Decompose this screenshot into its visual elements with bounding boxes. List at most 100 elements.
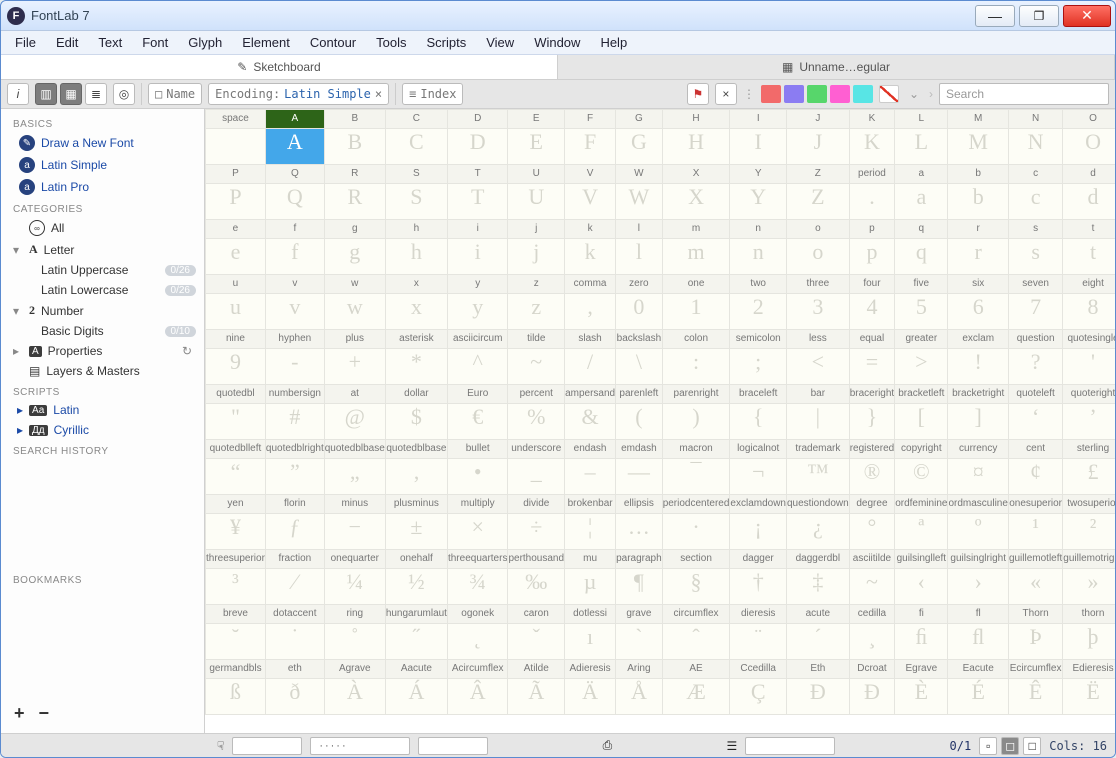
glyph-name[interactable]: slash (565, 330, 616, 349)
glyph-cell[interactable]: € (447, 404, 507, 440)
glyph-name[interactable]: j (508, 220, 565, 239)
glyph-name[interactable]: threequarters (447, 550, 507, 569)
glyph-name[interactable]: v (265, 275, 324, 294)
color-swatch[interactable] (807, 85, 827, 103)
glyph-cell[interactable]: ¹ (1008, 514, 1062, 550)
color-swatch[interactable] (853, 85, 873, 103)
glyph-name[interactable]: quotedblbase (385, 440, 447, 459)
view-list[interactable]: ≣ (85, 83, 107, 105)
status-field-3[interactable] (418, 737, 488, 755)
glyph-cell[interactable]: > (895, 349, 948, 385)
glyph-cell[interactable]: X (662, 184, 730, 220)
glyph-cell[interactable]: m (662, 239, 730, 275)
glyph-cell[interactable]: ð (265, 679, 324, 715)
glyph-cell[interactable]: ( (616, 404, 663, 440)
remove-button[interactable]: − (39, 703, 50, 724)
glyph-cell[interactable]: þ (1063, 624, 1115, 660)
glyph-name[interactable]: grave (616, 605, 663, 624)
align-icon[interactable]: ☰ (726, 739, 737, 753)
glyph-name[interactable]: hyphen (265, 330, 324, 349)
glyph-cell[interactable]: D (447, 129, 507, 165)
glyph-grid[interactable]: spaceABCDEFGHIJKLMNOABCDEFGHIJKLMNOPQRST… (205, 109, 1115, 733)
glyph-name[interactable]: tilde (508, 330, 565, 349)
glyph-cell[interactable]: \ (616, 349, 663, 385)
glyph-name[interactable]: section (662, 550, 730, 569)
glyph-cell[interactable]: 1 (662, 294, 730, 330)
glyph-cell[interactable]: } (849, 404, 894, 440)
glyph-cell[interactable]: % (508, 404, 565, 440)
glyph-cell[interactable]: ~ (849, 569, 894, 605)
menu-file[interactable]: File (5, 31, 46, 54)
glyph-name[interactable]: m (662, 220, 730, 239)
index-selector[interactable]: ≡ Index (402, 83, 463, 105)
expand-icon[interactable]: ▸ (13, 344, 23, 358)
glyph-name[interactable]: endash (565, 440, 616, 459)
sidebar-latin-lowercase[interactable]: Latin Lowercase0/26 (1, 280, 204, 300)
glyph-name[interactable]: period (849, 165, 894, 184)
glyph-cell[interactable]: o (787, 239, 850, 275)
glyph-name[interactable]: s (1008, 220, 1062, 239)
glyph-cell[interactable]: C (385, 129, 447, 165)
glyph-cell[interactable]: ‘ (1008, 404, 1062, 440)
glyph-cell[interactable]: $ (385, 404, 447, 440)
glyph-cell[interactable]: Æ (662, 679, 730, 715)
glyph-cell[interactable]: ˆ (662, 624, 730, 660)
glyph-name[interactable]: h (385, 220, 447, 239)
glyph-name[interactable]: space (206, 110, 266, 129)
glyph-cell[interactable]: ½ (385, 569, 447, 605)
glyph-name[interactable]: D (447, 110, 507, 129)
glyph-cell[interactable]: " (206, 404, 266, 440)
glyph-cell[interactable]: Ê (1008, 679, 1062, 715)
cell-small[interactable]: ▫ (979, 737, 997, 755)
glyph-cell[interactable]: £ (1063, 459, 1115, 495)
glyph-name[interactable]: registered (849, 440, 894, 459)
tab-font[interactable]: ▦ Unname…egular (558, 55, 1115, 79)
glyph-name[interactable]: Eacute (948, 660, 1008, 679)
glyph-cell[interactable]: j (508, 239, 565, 275)
glyph-name[interactable]: divide (508, 495, 565, 514)
glyph-name[interactable]: copyright (895, 440, 948, 459)
glyph-cell[interactable]: Ã (508, 679, 565, 715)
glyph-name[interactable]: Q (265, 165, 324, 184)
glyph-cell[interactable]: Â (447, 679, 507, 715)
glyph-name[interactable]: J (787, 110, 850, 129)
glyph-name[interactable]: w (324, 275, 385, 294)
glyph-cell[interactable]: & (565, 404, 616, 440)
expand-icon[interactable]: ▸ (17, 403, 23, 417)
glyph-name[interactable]: Ecircumflex (1008, 660, 1062, 679)
glyph-cell[interactable]: n (730, 239, 787, 275)
glyph-cell[interactable]: ¢ (1008, 459, 1062, 495)
view-grid-small[interactable]: ▥ (35, 83, 57, 105)
glyph-cell[interactable]: ˛ (447, 624, 507, 660)
glyph-name[interactable]: u (206, 275, 266, 294)
glyph-name[interactable]: N (1008, 110, 1062, 129)
glyph-cell[interactable]: 4 (849, 294, 894, 330)
glyph-cell[interactable]: . (849, 184, 894, 220)
glyph-name[interactable]: asciitilde (849, 550, 894, 569)
glyph-name[interactable]: Z (787, 165, 850, 184)
glyph-name[interactable]: eth (265, 660, 324, 679)
glyph-name[interactable]: five (895, 275, 948, 294)
glyph-name[interactable]: trademark (787, 440, 850, 459)
glyph-cell[interactable]: 2 (730, 294, 787, 330)
glyph-cell[interactable]: ‡ (787, 569, 850, 605)
glyph-name[interactable]: braceright (849, 385, 894, 404)
glyph-name[interactable]: colon (662, 330, 730, 349)
glyph-name[interactable]: currency (948, 440, 1008, 459)
glyph-name[interactable]: asciicircum (447, 330, 507, 349)
glyph-cell[interactable]: _ (508, 459, 565, 495)
glyph-cell[interactable]: e (206, 239, 266, 275)
glyph-name[interactable]: breve (206, 605, 266, 624)
glyph-name[interactable]: quoteright (1063, 385, 1115, 404)
glyph-cell[interactable]: f (265, 239, 324, 275)
glyph-name[interactable]: quotesingle (1063, 330, 1115, 349)
glyph-name[interactable]: four (849, 275, 894, 294)
glyph-cell[interactable]: 8 (1063, 294, 1115, 330)
glyph-cell[interactable]: + (324, 349, 385, 385)
glyph-cell[interactable]: 3 (787, 294, 850, 330)
glyph-cell[interactable]: ˙ (265, 624, 324, 660)
glyph-cell[interactable]: W (616, 184, 663, 220)
menu-window[interactable]: Window (524, 31, 590, 54)
glyph-name[interactable]: bar (787, 385, 850, 404)
glyph-name[interactable]: M (948, 110, 1008, 129)
